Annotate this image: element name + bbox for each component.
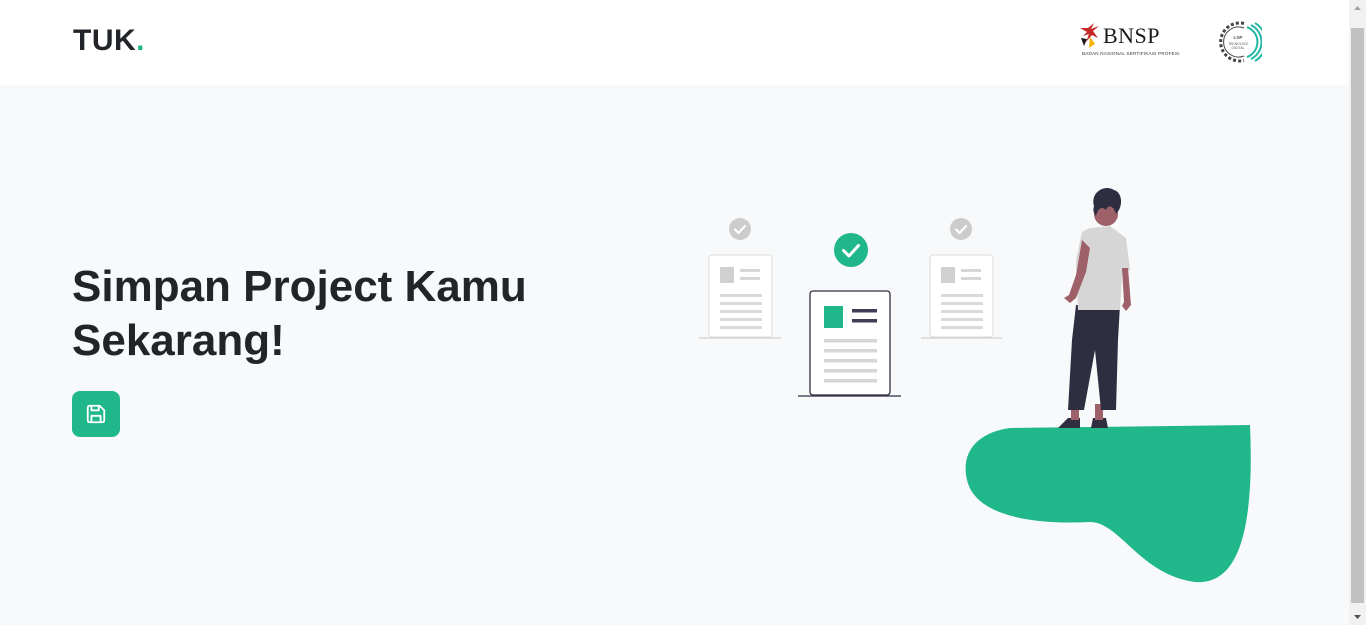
bnsp-logo: BNSP BADAN NASIONAL SERTIFIKASI PROFESI — [1076, 18, 1179, 62]
brand-text: TUK — [73, 24, 137, 57]
hero-title-line2: Sekarang! — [72, 316, 285, 365]
person-with-documents-illustration — [699, 187, 1251, 583]
top-navbar: TUK. BNSP BADAN NASIONAL SERTIFIKASI PRO… — [0, 0, 1349, 85]
hero-title: Simpan Project Kamu Sekarang! — [72, 260, 592, 368]
check-circle-icon-left — [729, 218, 751, 240]
bnsp-subtitle: BADAN NASIONAL SERTIFIKASI PROFESI — [1082, 51, 1180, 56]
brand-dot: . — [136, 24, 145, 57]
lsp-line2: TEKNOLOGI DIGITAL — [1228, 42, 1248, 50]
brand-logo[interactable]: TUK. — [73, 24, 145, 58]
bnsp-name: BNSP — [1103, 23, 1161, 48]
green-blob-shape — [965, 425, 1251, 583]
vertical-scrollbar[interactable] — [1349, 0, 1366, 625]
document-center — [798, 290, 901, 397]
check-circle-icon-right — [950, 218, 972, 240]
scrollbar-thumb[interactable] — [1351, 28, 1364, 603]
lsp-line1: LSP — [1233, 35, 1243, 40]
garuda-emblem-icon — [1080, 23, 1099, 48]
document-left — [699, 254, 781, 339]
hero-title-line1: Simpan Project Kamu — [72, 262, 527, 311]
save-project-button[interactable] — [72, 391, 120, 437]
document-right — [921, 254, 1002, 339]
standing-person — [1058, 187, 1131, 428]
lsp-logo: LSP TEKNOLOGI DIGITAL — [1214, 18, 1267, 66]
scroll-down-arrow-icon[interactable] — [1349, 608, 1366, 625]
check-circle-icon-center — [834, 233, 868, 267]
scroll-up-arrow-icon[interactable] — [1349, 0, 1366, 17]
floppy-disk-icon — [86, 404, 106, 424]
